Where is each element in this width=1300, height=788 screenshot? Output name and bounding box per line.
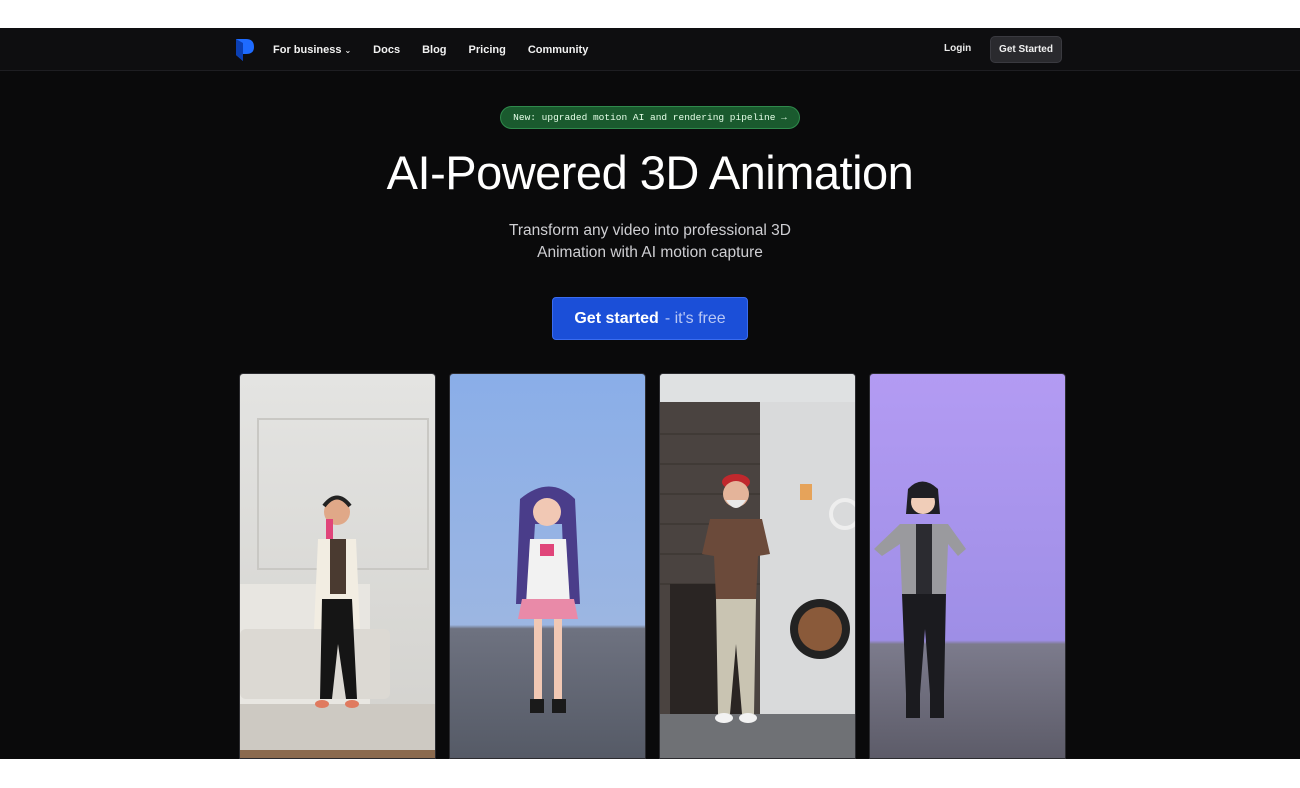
anime-avatar-image	[450, 374, 645, 758]
real-dancer-image	[240, 374, 435, 758]
login-link[interactable]: Login	[944, 43, 971, 54]
hero-subtitle: Transform any video into professional 3D…	[490, 220, 810, 264]
demo-card-anime-avatar[interactable]	[449, 373, 646, 759]
hero-title: AI-Powered 3D Animation	[386, 146, 914, 199]
chevron-down-icon: ⌄	[344, 45, 352, 55]
get-started-nav-button[interactable]: Get Started	[990, 36, 1062, 63]
nav-pricing[interactable]: Pricing	[469, 44, 506, 56]
demo-card-real-man[interactable]	[659, 373, 856, 759]
demo-card-anime-avatar-purple[interactable]	[869, 373, 1066, 759]
nav-docs[interactable]: Docs	[373, 44, 400, 56]
top-nav: For business ⌄ Docs Blog Pricing Communit…	[0, 28, 1300, 71]
cta-sub-label: - it's free	[664, 309, 726, 327]
nav-community[interactable]: Community	[528, 44, 589, 56]
demo-card-real-dancer[interactable]	[239, 373, 436, 759]
get-started-cta-button[interactable]: Get started - it's free	[552, 297, 748, 340]
nav-for-business-label: For business	[273, 43, 342, 56]
anime-avatar-purple-image	[870, 374, 1065, 758]
announcement-badge[interactable]: New: upgraded motion AI and rendering pi…	[500, 106, 800, 129]
landing-page: For business ⌄ Docs Blog Pricing Communit…	[0, 28, 1300, 759]
nav-blog[interactable]: Blog	[422, 44, 446, 56]
cta-main-label: Get started	[574, 309, 659, 327]
real-man-image	[660, 374, 855, 758]
nav-for-business[interactable]: For business ⌄	[273, 44, 351, 56]
nav-links: For business ⌄ Docs Blog Pricing Communit…	[273, 28, 588, 71]
hero-subtitle-line-1: Transform any video into professional 3D	[508, 222, 791, 239]
hero-subtitle-line-2: Animation with AI motion capture	[537, 244, 763, 261]
logo-icon[interactable]	[235, 37, 255, 63]
